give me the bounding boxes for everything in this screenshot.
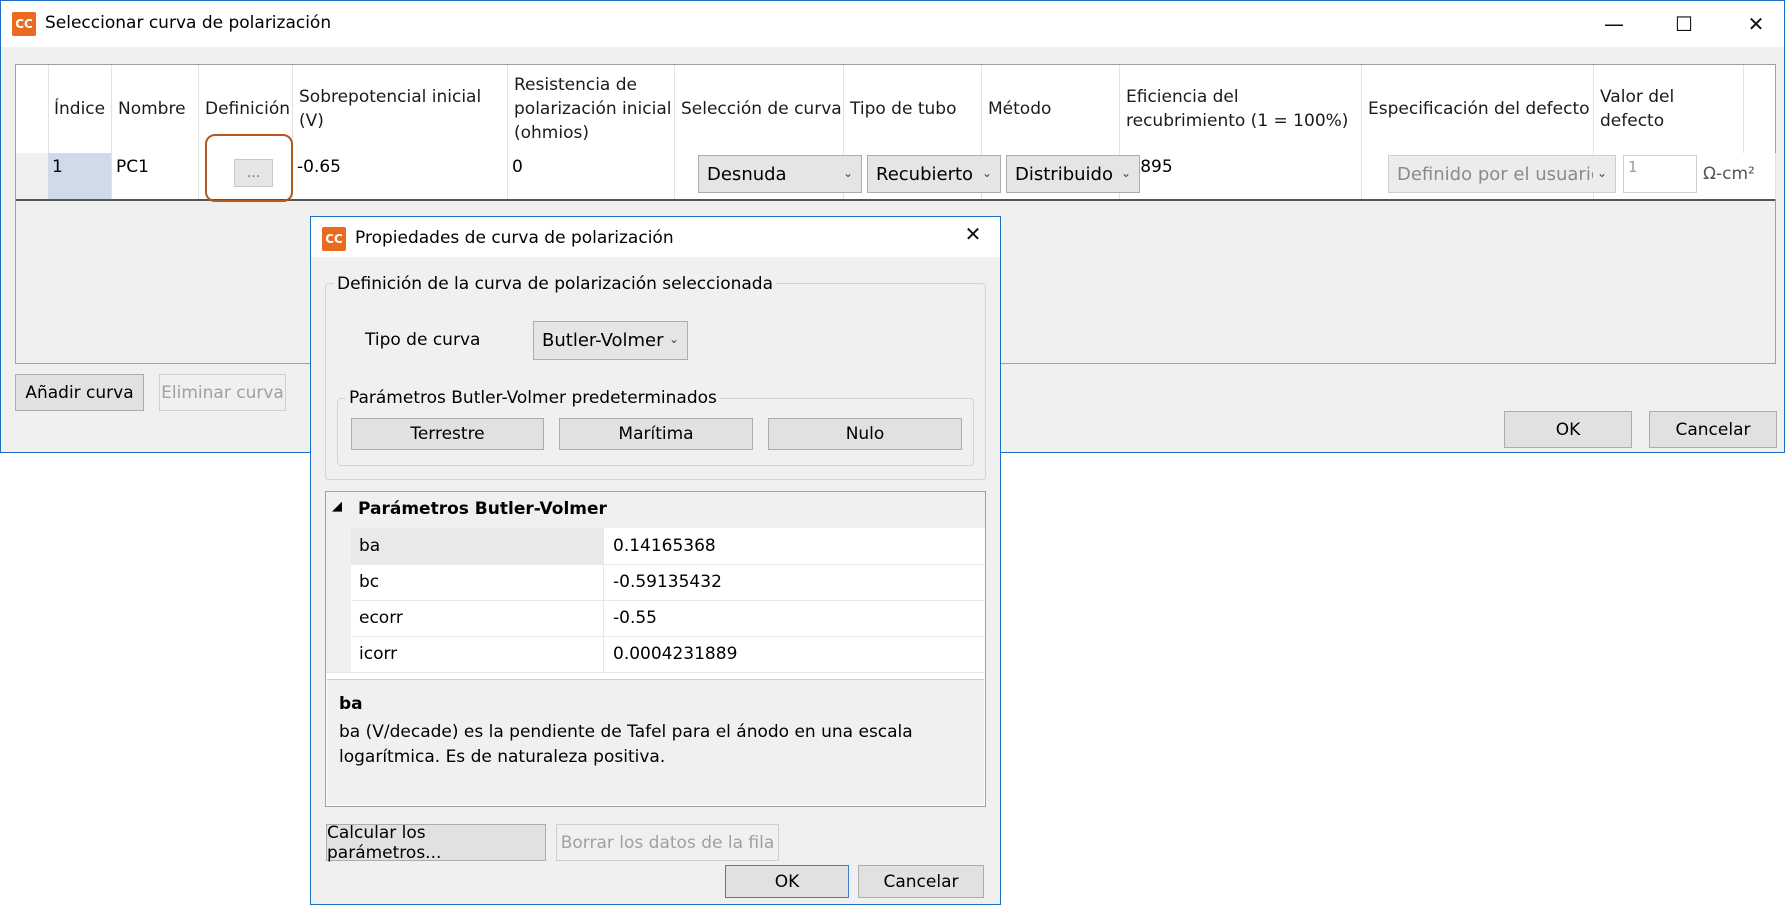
curve-type-combo[interactable]: Butler-Volmer ⌄ — [533, 321, 688, 360]
section-header[interactable]: ◢ Parámetros Butler-Volmer — [326, 492, 985, 528]
chevron-down-icon: ⌄ — [981, 166, 992, 180]
minimize-button[interactable]: — — [1587, 1, 1641, 47]
row-gutter — [326, 600, 351, 636]
cell-coating-efficiency[interactable]: 0.895 — [1120, 153, 1362, 199]
tube-type-value: Recubierto — [876, 163, 974, 185]
column-header-coating-efficiency[interactable]: Eficiencia del recubrimiento (1 = 100%) — [1120, 65, 1362, 153]
minimize-icon: — — [1604, 12, 1624, 36]
method-value: Distribuido — [1015, 163, 1113, 185]
section-title: Parámetros Butler-Volmer — [358, 499, 607, 519]
property-name: ba — [351, 528, 604, 564]
defect-unit-label: Ω-cm² — [1703, 164, 1755, 184]
nulo-button[interactable]: Nulo — [768, 418, 962, 450]
chevron-down-icon: ⌄ — [842, 166, 853, 180]
row-gutter — [326, 528, 351, 564]
dialog-title-bar: CC Propiedades de curva de polarización … — [311, 217, 1000, 257]
polarization-curve-properties-dialog: CC Propiedades de curva de polarización … — [310, 216, 1001, 905]
terrestre-button[interactable]: Terrestre — [351, 418, 544, 450]
property-value[interactable]: -0.55 — [605, 600, 985, 636]
description-panel: ba ba (V/decade) es la pendiente de Tafe… — [327, 679, 984, 805]
property-row-ecorr[interactable]: ecorr -0.55 — [326, 600, 985, 637]
close-icon: ✕ — [1747, 12, 1765, 36]
cell-index[interactable]: 1 — [48, 153, 112, 199]
curve-selection-value: Desnuda — [707, 163, 787, 185]
dialog-close-button[interactable]: ✕ — [951, 214, 995, 254]
chevron-down-icon: ⌄ — [668, 332, 679, 346]
column-header-defect-value[interactable]: Valor del defecto — [1594, 65, 1744, 153]
row-gutter — [326, 636, 351, 672]
column-header-index[interactable]: Índice — [48, 65, 112, 153]
curve-selection-combo[interactable]: Desnuda ⌄ — [698, 155, 862, 193]
property-row-ba[interactable]: ba 0.14165368 — [326, 528, 985, 565]
title-bar: CC Seleccionar curva de polarización — ☐… — [1, 1, 1784, 47]
maximize-button[interactable]: ☐ — [1657, 1, 1711, 47]
chevron-down-icon: ⌄ — [1120, 166, 1131, 180]
property-value[interactable]: -0.59135432 — [605, 564, 985, 600]
close-icon: ✕ — [964, 222, 982, 246]
property-name: icorr — [351, 636, 604, 672]
tube-type-combo[interactable]: Recubierto ⌄ — [867, 155, 1001, 193]
cancel-button[interactable]: Cancelar — [1649, 411, 1777, 448]
app-icon: CC — [12, 12, 36, 36]
row-gutter — [326, 564, 351, 600]
close-button[interactable]: ✕ — [1729, 1, 1783, 47]
collapse-triangle-icon[interactable]: ◢ — [332, 499, 342, 514]
property-value[interactable]: 0.0004231889 — [605, 636, 985, 672]
cell-resistance[interactable]: 0 — [508, 153, 675, 199]
column-header-overpotential[interactable]: Sobrepotencial inicial (V) — [293, 65, 508, 153]
property-row-bc[interactable]: bc -0.59135432 — [326, 564, 985, 601]
description-title: ba — [339, 694, 363, 714]
curve-definition-group-label: Definición de la curva de polarización s… — [334, 274, 776, 294]
remove-curve-button[interactable]: Eliminar curva — [159, 374, 286, 411]
column-header-resistance[interactable]: Resistencia de polarización inicial (ohm… — [508, 65, 675, 153]
column-header-tube-type[interactable]: Tipo de tubo — [844, 65, 982, 153]
add-curve-button[interactable]: Añadir curva — [15, 374, 144, 411]
property-value[interactable]: 0.14165368 — [605, 528, 985, 564]
maximize-icon: ☐ — [1675, 12, 1693, 36]
curve-type-label: Tipo de curva — [365, 330, 481, 350]
curve-type-value: Butler-Volmer — [542, 330, 664, 351]
row-header[interactable] — [16, 153, 48, 199]
property-name: ecorr — [351, 600, 604, 636]
row-header-corner — [16, 65, 49, 153]
app-icon: CC — [322, 227, 346, 251]
calculate-parameters-button[interactable]: Calcular los parámetros... — [326, 823, 546, 863]
property-name: bc — [351, 564, 604, 600]
clear-row-button[interactable]: Borrar los datos de la fila — [556, 824, 779, 861]
property-row-icorr[interactable]: icorr 0.0004231889 — [326, 636, 985, 673]
definition-ellipsis-button[interactable]: ... — [234, 159, 273, 187]
column-header-name[interactable]: Nombre — [112, 65, 199, 153]
default-params-group-label: Parámetros Butler-Volmer predeterminados — [346, 388, 720, 408]
defect-spec-value: Definido por el usuario — [1397, 163, 1593, 185]
method-combo[interactable]: Distribuido ⌄ — [1006, 155, 1140, 193]
property-grid: ◢ Parámetros Butler-Volmer ba 0.14165368… — [325, 491, 986, 807]
column-header-curve-selection[interactable]: Selección de curva — [675, 65, 844, 153]
description-text: ba (V/decade) es la pendiente de Tafel p… — [339, 722, 913, 767]
window-title: Seleccionar curva de polarización — [45, 13, 332, 33]
defect-value-input[interactable]: 1 — [1623, 155, 1697, 193]
maritima-button[interactable]: Marítima — [559, 418, 753, 450]
cell-overpotential[interactable]: -0.65 — [293, 153, 508, 199]
dialog-cancel-button[interactable]: Cancelar — [858, 865, 984, 898]
column-header-method[interactable]: Método — [982, 65, 1120, 153]
dialog-title: Propiedades de curva de polarización — [355, 228, 674, 248]
dialog-ok-button[interactable]: OK — [725, 865, 849, 898]
column-header-defect-spec[interactable]: Especificación del defecto — [1362, 65, 1594, 153]
cell-name[interactable]: PC1 — [112, 153, 199, 199]
ok-button[interactable]: OK — [1504, 411, 1632, 448]
chevron-down-icon: ⌄ — [1596, 166, 1607, 180]
defect-spec-combo[interactable]: Definido por el usuario ⌄ — [1388, 155, 1616, 193]
